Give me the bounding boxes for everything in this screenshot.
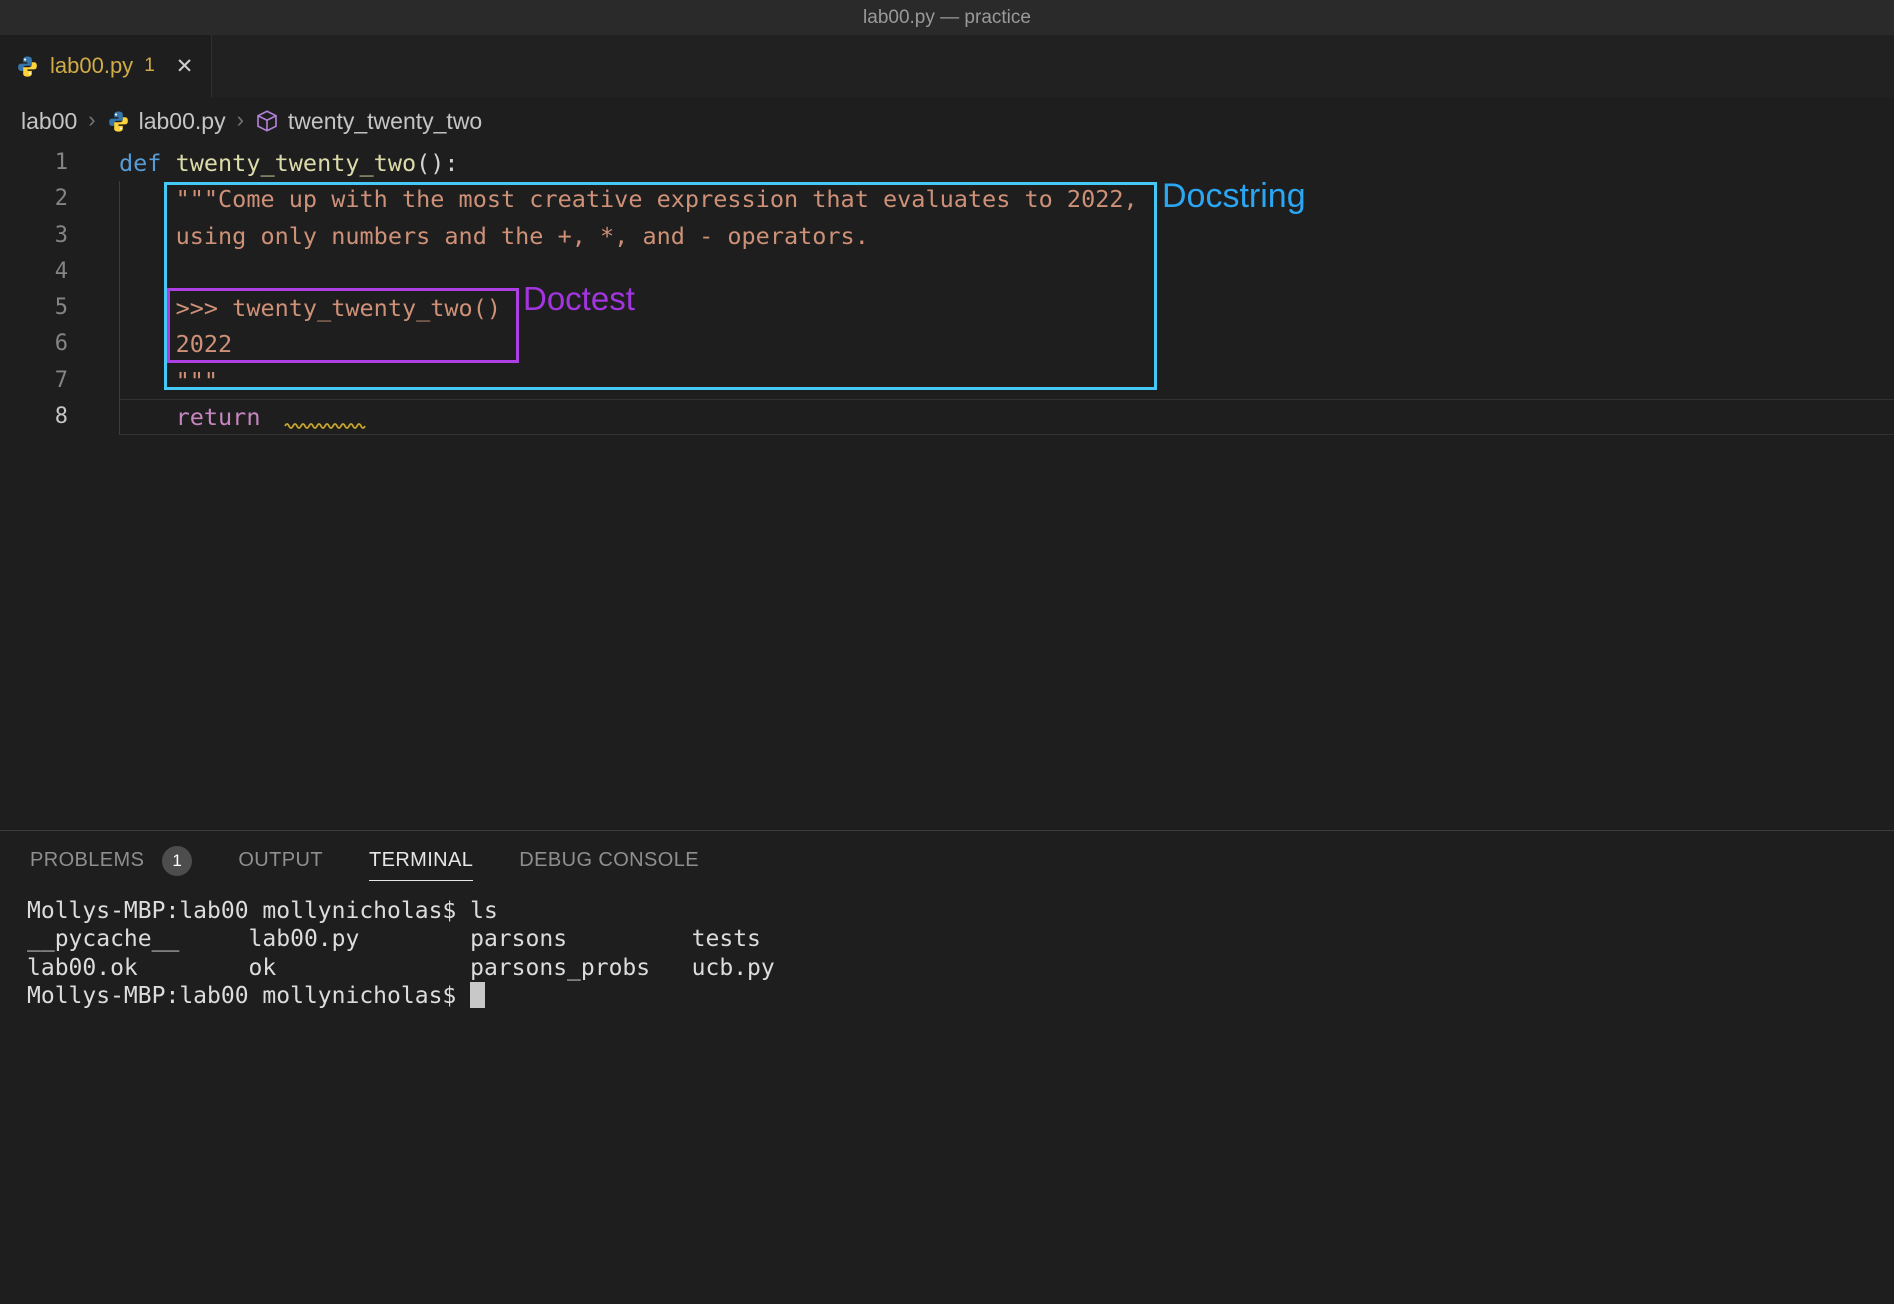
line-number: 8 — [0, 399, 119, 435]
python-icon — [16, 55, 39, 78]
tab-lab00py[interactable]: lab00.py 1 ✕ — [0, 35, 212, 97]
tab-output-label: OUTPUT — [238, 849, 323, 872]
function-name-token: twenty_twenty_two — [176, 149, 417, 177]
terminal-line: Mollys-MBP:lab00 mollynicholas$ ls — [27, 897, 1894, 925]
tab-problems[interactable]: PROBLEMS 1 — [30, 840, 192, 885]
code-line[interactable]: 5 >>> twenty_twenty_two() — [0, 290, 1894, 326]
code-text: using only numbers and the +, *, and - o… — [119, 218, 1894, 254]
code-line[interactable]: 4 — [0, 254, 1894, 290]
line-number: 2 — [0, 181, 119, 217]
string-token: """Come up with the most creative expres… — [119, 185, 1138, 213]
terminal-line: lab00.ok ok parsons_probs ucb.py — [27, 954, 1894, 982]
python-icon — [107, 110, 130, 133]
string-token: using only numbers and the +, *, and - o… — [119, 222, 869, 250]
terminal-prompt-line: Mollys-MBP:lab00 mollynicholas$ — [27, 982, 1894, 1010]
tab-debug-console-label: DEBUG CONSOLE — [519, 849, 699, 872]
terminal-line: __pycache__ lab00.py parsons tests — [27, 925, 1894, 953]
doctest-output-token: 2022 — [119, 330, 232, 358]
code-text: """ — [119, 363, 1894, 399]
terminal-output[interactable]: Mollys-MBP:lab00 mollynicholas$ ls __pyc… — [0, 893, 1894, 1011]
code-line[interactable]: 1 def twenty_twenty_two(): — [0, 145, 1894, 181]
code-line[interactable]: 7 """ — [0, 363, 1894, 399]
error-squiggle-icon — [284, 421, 366, 430]
tab-output[interactable]: OUTPUT — [238, 843, 323, 881]
tab-terminal[interactable]: TERMINAL — [369, 843, 473, 881]
code-editor[interactable]: 1 def twenty_twenty_two(): 2 """Come up … — [0, 145, 1894, 830]
code-line-current[interactable]: 8 return — [0, 399, 1894, 435]
doctest-prompt-token: >>> twenty_twenty_two() — [119, 294, 501, 322]
code-text: 2022 — [119, 326, 1894, 362]
keyword-token: def — [119, 149, 176, 177]
line-number: 6 — [0, 326, 119, 362]
editor-tab-strip: lab00.py 1 ✕ — [0, 35, 1894, 97]
return-keyword-token: return — [176, 403, 275, 431]
code-line[interactable]: 2 """Come up with the most creative expr… — [0, 181, 1894, 217]
line-number: 1 — [0, 145, 119, 181]
code-text: """Come up with the most creative expres… — [119, 181, 1894, 217]
line-number: 7 — [0, 363, 119, 399]
panel-tab-bar: PROBLEMS 1 OUTPUT TERMINAL DEBUG CONSOLE — [0, 831, 1894, 893]
line-number: 3 — [0, 218, 119, 254]
string-token: """ — [119, 367, 218, 395]
indent-token — [119, 403, 176, 431]
problems-count-badge: 1 — [162, 846, 192, 876]
window-title-bar: lab00.py — practice — [0, 0, 1894, 35]
code-line[interactable]: 3 using only numbers and the +, *, and -… — [0, 218, 1894, 254]
breadcrumb-item-symbol[interactable]: twenty_twenty_two — [288, 108, 482, 135]
line-number: 4 — [0, 254, 119, 290]
tab-filename: lab00.py — [50, 53, 133, 79]
chevron-right-icon: › — [86, 107, 97, 136]
tab-close-icon[interactable]: ✕ — [176, 54, 194, 79]
tab-debug-console[interactable]: DEBUG CONSOLE — [519, 843, 699, 881]
breadcrumb-item-folder[interactable]: lab00 — [21, 108, 77, 135]
code-text: >>> twenty_twenty_two() — [119, 290, 1894, 326]
code-text: def twenty_twenty_two(): — [119, 145, 1894, 181]
punctuation-token: (): — [416, 149, 458, 177]
terminal-cursor — [470, 982, 485, 1008]
bottom-panel: PROBLEMS 1 OUTPUT TERMINAL DEBUG CONSOLE… — [0, 830, 1894, 1304]
breadcrumb: lab00 › lab00.py › twenty_twenty_two — [0, 97, 1894, 145]
tab-terminal-label: TERMINAL — [369, 849, 473, 872]
code-text — [119, 254, 1894, 290]
code-text: return — [119, 399, 1894, 435]
code-line[interactable]: 6 2022 — [0, 326, 1894, 362]
terminal-prompt: Mollys-MBP:lab00 mollynicholas$ — [27, 983, 470, 1009]
window-title: lab00.py — practice — [863, 7, 1031, 29]
symbol-cube-icon — [255, 109, 279, 133]
tab-problem-count: 1 — [144, 55, 155, 77]
tab-problems-label: PROBLEMS — [30, 849, 144, 872]
indent-guide — [119, 181, 120, 435]
breadcrumb-item-file[interactable]: lab00.py — [139, 108, 226, 135]
chevron-right-icon: › — [235, 107, 246, 136]
line-number: 5 — [0, 290, 119, 326]
